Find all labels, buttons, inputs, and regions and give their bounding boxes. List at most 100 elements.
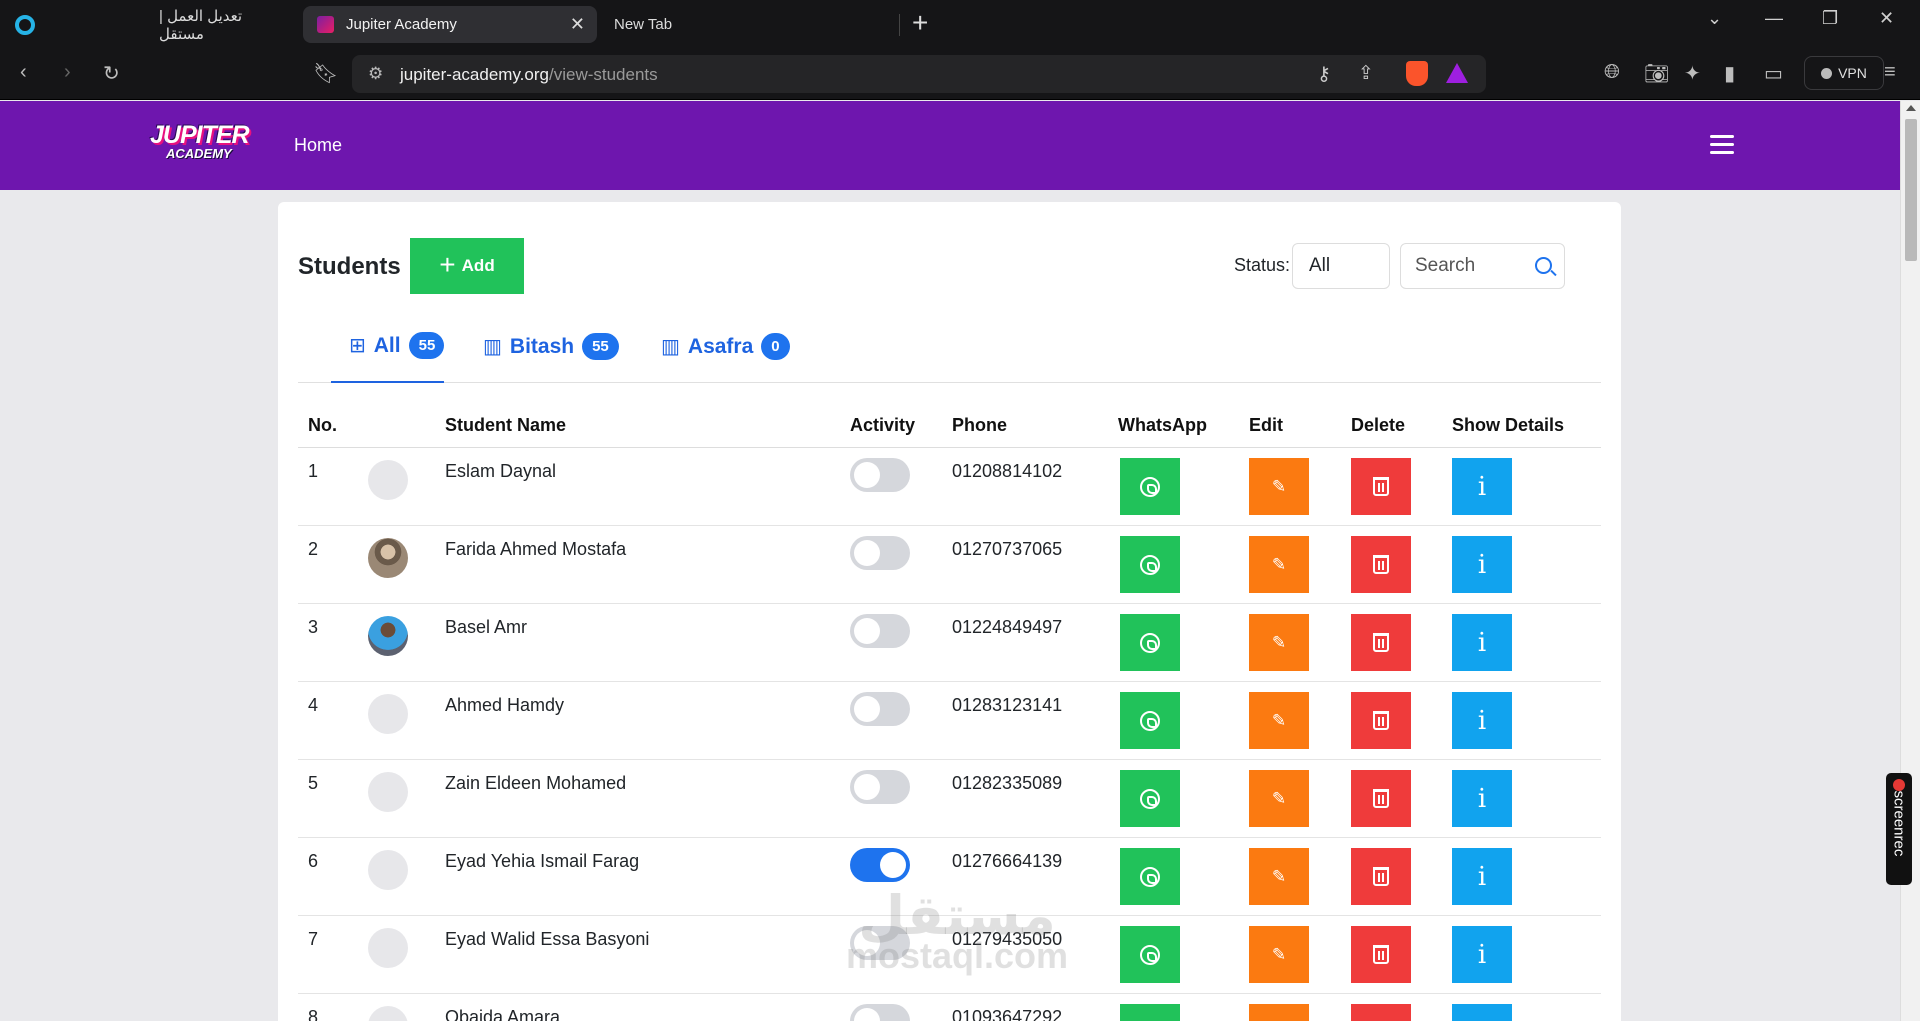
show-details-button[interactable]: i bbox=[1452, 848, 1512, 905]
brave-rewards-icon[interactable] bbox=[1446, 63, 1468, 83]
restore-button[interactable]: ❐ bbox=[1822, 8, 1838, 29]
address-bar[interactable]: ⚙ jupiter-academy.org/view-students ⚷ ⇪ bbox=[352, 55, 1486, 93]
delete-button[interactable] bbox=[1351, 614, 1411, 671]
activity-toggle[interactable] bbox=[850, 536, 910, 570]
delete-button[interactable] bbox=[1351, 848, 1411, 905]
activity-toggle[interactable] bbox=[850, 770, 910, 804]
whatsapp-button[interactable] bbox=[1120, 458, 1180, 515]
delete-button[interactable] bbox=[1351, 536, 1411, 593]
bookmark-icon[interactable]: 🔖︎ bbox=[313, 61, 338, 86]
search-input[interactable]: Search bbox=[1400, 243, 1565, 289]
camera-icon[interactable]: 📷︎ bbox=[1644, 61, 1669, 86]
show-details-button[interactable]: i bbox=[1452, 536, 1512, 593]
activity-toggle[interactable] bbox=[850, 1004, 910, 1021]
delete-button[interactable] bbox=[1351, 692, 1411, 749]
show-details-button[interactable]: i bbox=[1452, 458, 1512, 515]
user-edit-icon: ✎ bbox=[1271, 554, 1287, 574]
close-icon[interactable]: ✕ bbox=[570, 14, 585, 35]
edit-button[interactable]: ✎ bbox=[1249, 614, 1309, 671]
edit-button[interactable]: ✎ bbox=[1249, 926, 1309, 983]
vpn-button[interactable]: VPN bbox=[1804, 56, 1884, 90]
delete-button[interactable] bbox=[1351, 1004, 1411, 1021]
tab-all[interactable]: ⊞ All 55 bbox=[331, 310, 444, 383]
show-details-button[interactable]: i bbox=[1452, 614, 1512, 671]
brave-shield-icon[interactable] bbox=[1406, 61, 1428, 86]
edit-button[interactable]: ✎ bbox=[1249, 848, 1309, 905]
whatsapp-button[interactable] bbox=[1120, 1004, 1180, 1021]
whatsapp-button[interactable] bbox=[1120, 770, 1180, 827]
site-logo[interactable]: JUPITER ACADEMY bbox=[148, 121, 256, 165]
show-details-button[interactable]: i bbox=[1452, 770, 1512, 827]
student-name: Ahmed Hamdy bbox=[445, 695, 565, 715]
new-tab-button[interactable]: + bbox=[912, 8, 928, 38]
wallet-icon[interactable]: ▭ bbox=[1764, 61, 1783, 86]
status-select[interactable]: All bbox=[1292, 243, 1390, 289]
row-number: 6 bbox=[308, 851, 319, 871]
record-icon bbox=[1893, 779, 1905, 791]
info-icon: i bbox=[1477, 705, 1487, 736]
edit-button[interactable]: ✎ bbox=[1249, 692, 1309, 749]
browser-tab-mostaql[interactable]: تعديل العمل | مستقل bbox=[145, 6, 295, 43]
table-row: 1 Eslam Daynal 01208814102 ✎ i bbox=[298, 448, 1601, 526]
browser-tab-jupiter[interactable]: Jupiter Academy ✕ bbox=[303, 6, 597, 43]
info-icon: i bbox=[1478, 1018, 1486, 1021]
activity-toggle[interactable] bbox=[850, 848, 910, 882]
key-icon[interactable]: ⚷ bbox=[1317, 63, 1331, 86]
status-label: Status: bbox=[1234, 255, 1291, 275]
activity-toggle[interactable] bbox=[850, 458, 910, 492]
show-details-button[interactable]: i bbox=[1452, 692, 1512, 749]
user-edit-icon: ✎ bbox=[1271, 710, 1287, 730]
toggle-knob bbox=[880, 852, 906, 878]
vpn-status-icon bbox=[1821, 67, 1833, 79]
menu-icon[interactable]: ≡ bbox=[1884, 61, 1896, 84]
search-icon[interactable] bbox=[1535, 257, 1552, 274]
chevron-down-icon[interactable]: ⌄ bbox=[1707, 8, 1722, 29]
site-settings-icon[interactable]: ⚙ bbox=[368, 64, 383, 84]
tab-asafra[interactable]: ▥ Asafra 0 bbox=[661, 310, 790, 383]
back-icon[interactable]: ‹ bbox=[20, 61, 27, 84]
nav-home-link[interactable]: Home bbox=[294, 135, 342, 156]
trash-icon bbox=[1373, 477, 1389, 496]
delete-button[interactable] bbox=[1351, 458, 1411, 515]
row-number: 4 bbox=[308, 695, 319, 715]
sidebar-icon[interactable]: ▮ bbox=[1724, 61, 1735, 86]
page-title: Students bbox=[298, 253, 401, 280]
trash-icon bbox=[1373, 711, 1389, 730]
trash-icon bbox=[1373, 867, 1389, 886]
globe-icon[interactable]: 🌐︎ bbox=[1604, 61, 1620, 84]
toggle-knob bbox=[854, 618, 880, 644]
reload-icon[interactable]: ↻ bbox=[103, 61, 120, 86]
delete-button[interactable] bbox=[1351, 926, 1411, 983]
add-student-button[interactable]: + Add bbox=[410, 238, 524, 294]
logo-text-bottom: ACADEMY bbox=[166, 146, 232, 161]
edit-button[interactable]: ✎ bbox=[1249, 770, 1309, 827]
minimize-button[interactable]: — bbox=[1765, 8, 1783, 29]
edit-button[interactable]: ✎ bbox=[1249, 536, 1309, 593]
forward-icon[interactable]: › bbox=[64, 61, 71, 84]
scroll-up-arrow-icon[interactable] bbox=[1906, 105, 1916, 111]
extensions-icon[interactable]: ✦ bbox=[1684, 61, 1701, 86]
edit-button[interactable]: ✎ bbox=[1249, 458, 1309, 515]
screenrec-widget[interactable]: screenrec bbox=[1886, 773, 1912, 885]
share-icon[interactable]: ⇪ bbox=[1358, 62, 1374, 85]
show-details-button[interactable]: i bbox=[1452, 926, 1512, 983]
tab-bitash[interactable]: ▥ Bitash 55 bbox=[483, 310, 619, 383]
activity-toggle[interactable] bbox=[850, 614, 910, 648]
whatsapp-button[interactable] bbox=[1120, 536, 1180, 593]
tab-label: All bbox=[373, 333, 401, 357]
browser-logo-icon[interactable] bbox=[15, 15, 35, 35]
whatsapp-button[interactable] bbox=[1120, 848, 1180, 905]
whatsapp-button[interactable] bbox=[1120, 692, 1180, 749]
scroll-thumb[interactable] bbox=[1905, 119, 1917, 261]
url-text[interactable]: jupiter-academy.org/view-students bbox=[400, 65, 658, 85]
whatsapp-button[interactable] bbox=[1120, 926, 1180, 983]
edit-button[interactable]: ✎ bbox=[1249, 1004, 1309, 1021]
window-close-button[interactable]: ✕ bbox=[1879, 8, 1894, 29]
browser-tab-newtab[interactable]: New Tab bbox=[600, 6, 890, 43]
whatsapp-icon bbox=[1140, 476, 1160, 497]
hamburger-menu-icon[interactable] bbox=[1710, 135, 1734, 155]
whatsapp-button[interactable] bbox=[1120, 614, 1180, 671]
show-details-button[interactable]: i bbox=[1452, 1004, 1512, 1021]
delete-button[interactable] bbox=[1351, 770, 1411, 827]
activity-toggle[interactable] bbox=[850, 692, 910, 726]
